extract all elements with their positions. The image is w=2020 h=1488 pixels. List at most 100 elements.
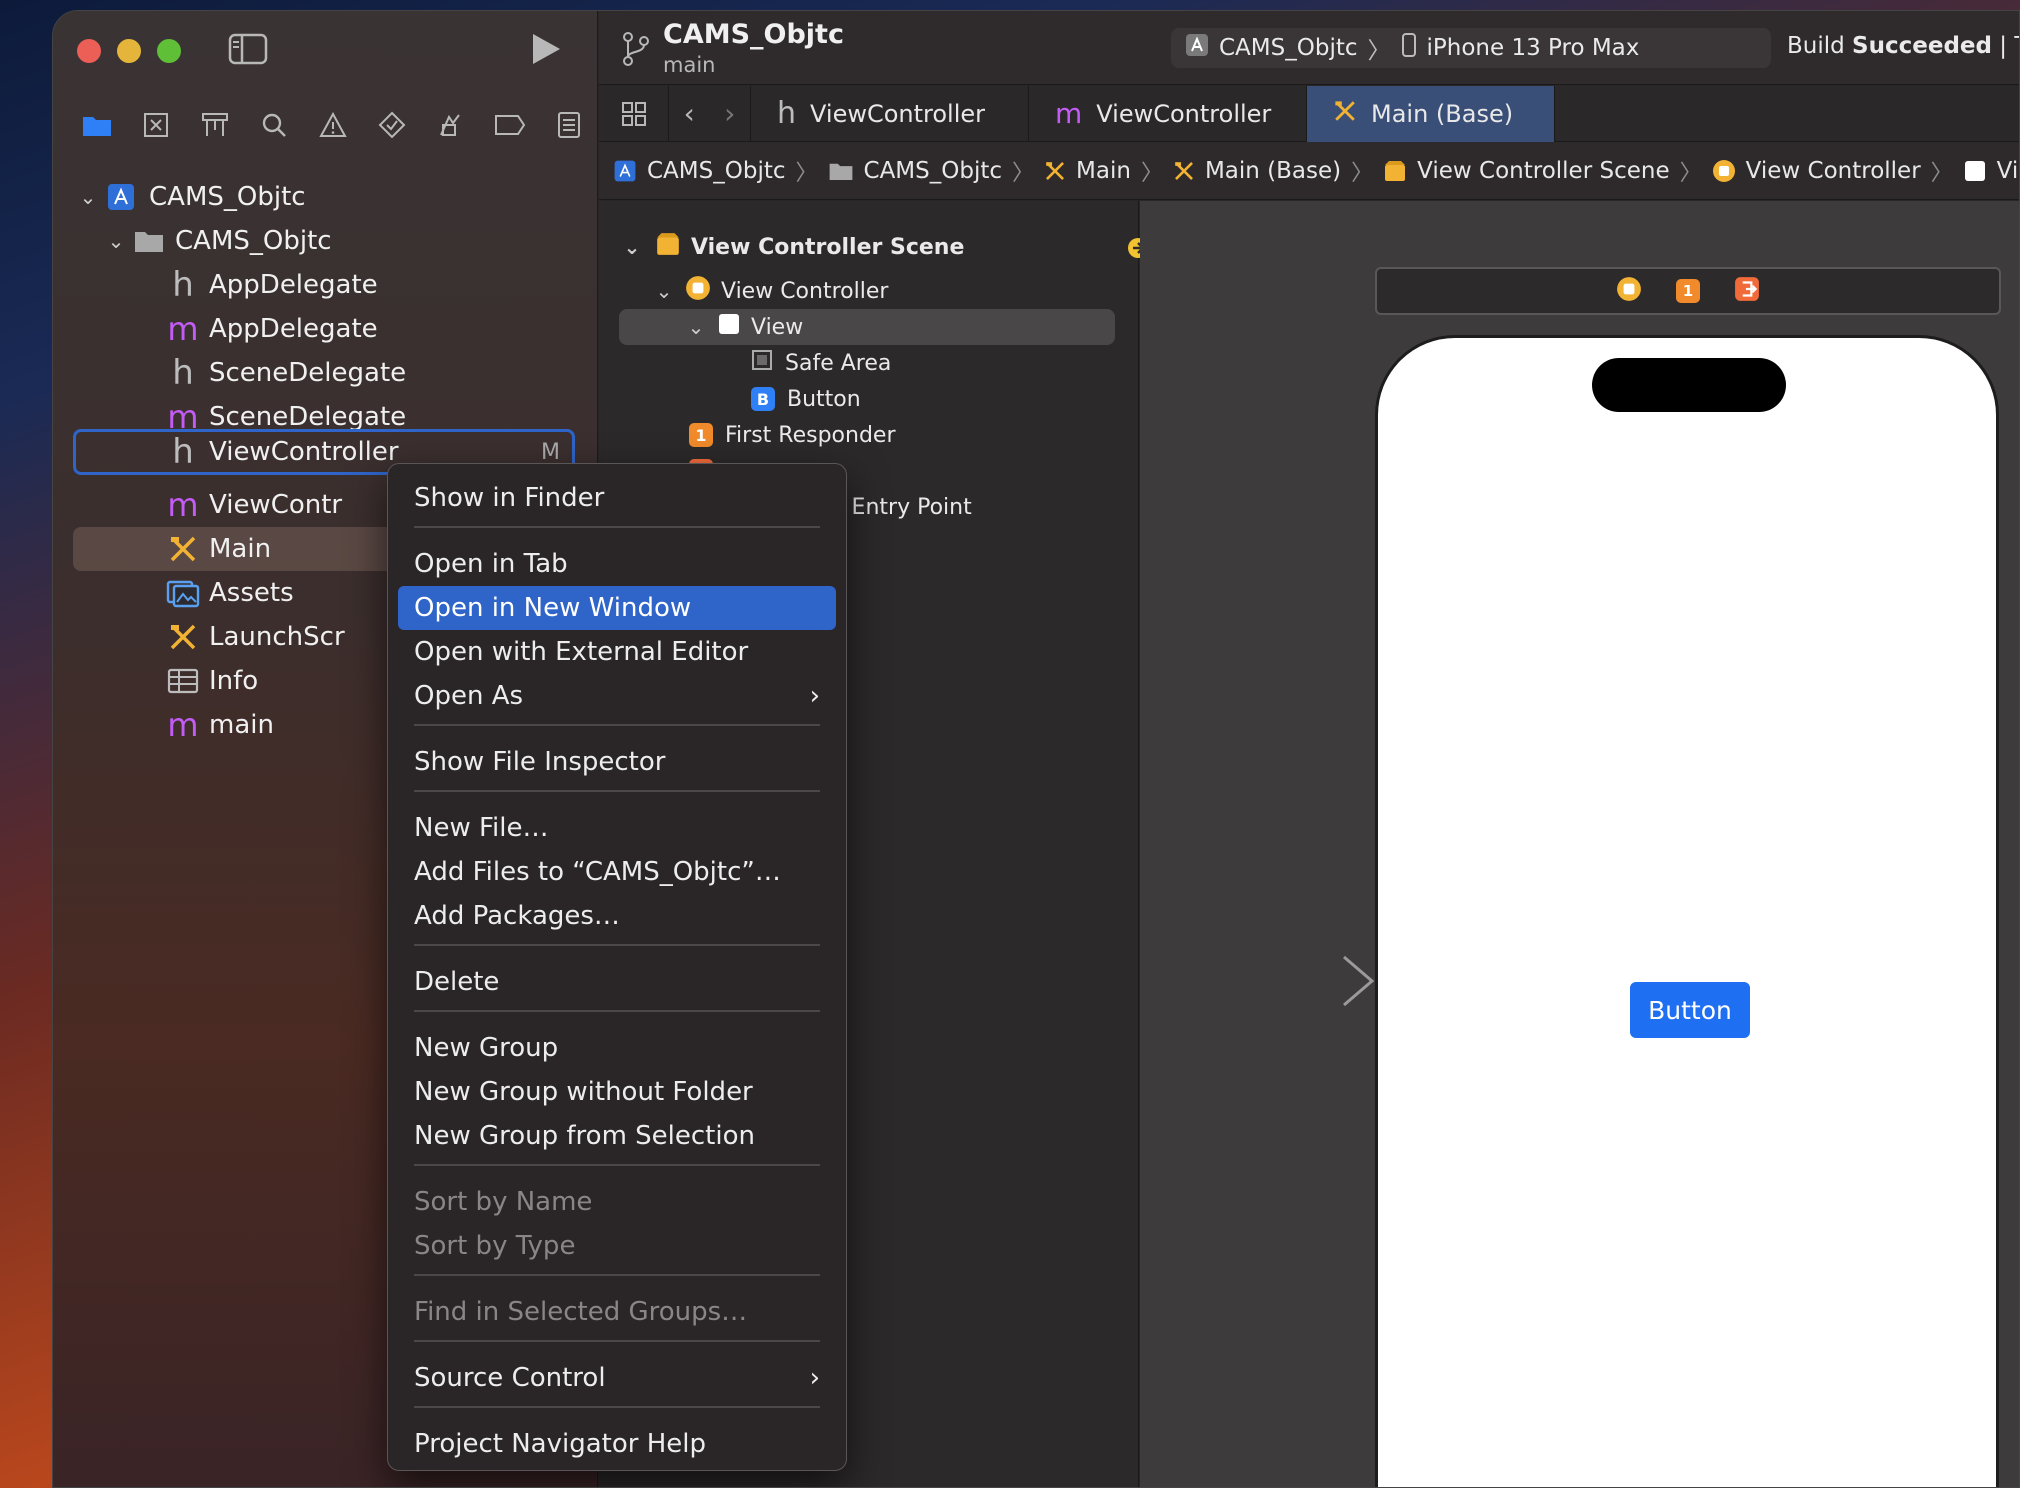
menu-item-new-file[interactable]: New File…	[398, 806, 836, 850]
chevron-down-icon[interactable]: ⌄	[621, 235, 643, 259]
source-control-navigator-icon[interactable]	[126, 105, 185, 145]
tree-row-file[interactable]: m main	[53, 703, 274, 747]
menu-item-open-as[interactable]: Open As ›	[398, 674, 836, 718]
tree-row-group[interactable]: ⌄ CAMS_Objtc	[53, 219, 332, 263]
first-responder-icon[interactable]: 1	[1676, 279, 1700, 303]
zoom-window-button[interactable]	[157, 39, 181, 63]
assets-icon	[161, 578, 205, 608]
tree-row-file[interactable]: Info	[53, 659, 258, 703]
chevron-right-icon: ›	[809, 1363, 820, 1393]
storyboard-canvas[interactable]: 1 Button	[1140, 201, 2019, 1487]
tree-label: Assets	[209, 578, 294, 608]
menu-separator	[414, 1164, 820, 1166]
storyboard-icon	[1333, 99, 1357, 129]
menu-item-project-navigator-help[interactable]: Project Navigator Help	[398, 1422, 836, 1466]
chevron-down-icon[interactable]: ⌄	[685, 315, 707, 339]
tree-label: SceneDelegate	[209, 402, 407, 432]
outline-first-responder-row[interactable]: 1 First Responder	[599, 417, 896, 453]
crumb-view[interactable]: View	[1963, 158, 2019, 184]
crumb-main-base[interactable]: Main (Base)	[1173, 158, 1341, 184]
menu-item-open-with-external-editor[interactable]: Open with External Editor	[398, 630, 836, 674]
crumb-group[interactable]: CAMS_Objtc	[828, 158, 1002, 184]
grid-icon[interactable]	[599, 85, 669, 142]
project-title: CAMS_Objtc	[663, 19, 844, 50]
crumb-project[interactable]: CAMS_Objtc	[613, 158, 786, 184]
outline-view-row-selected[interactable]: ⌄ View	[619, 309, 1115, 345]
debug-navigator-icon[interactable]	[421, 105, 480, 145]
outline-button-row[interactable]: B Button	[599, 381, 861, 417]
tree-label: Main	[209, 534, 272, 564]
menu-item-label: Source Control	[414, 1363, 606, 1393]
tree-row-file[interactable]: Assets	[53, 571, 294, 615]
menu-item-show-file-inspector[interactable]: Show File Inspector	[398, 740, 836, 784]
test-navigator-icon[interactable]	[362, 105, 421, 145]
menu-item-new-group-from-selection[interactable]: New Group from Selection	[398, 1114, 836, 1158]
tab-main-base[interactable]: Main (Base)	[1307, 85, 1555, 142]
exit-icon[interactable]	[1734, 276, 1760, 306]
context-menu: Show in Finder Open in Tab Open in New W…	[387, 463, 847, 1471]
menu-item-open-in-tab[interactable]: Open in Tab	[398, 542, 836, 586]
menu-item-new-group[interactable]: New Group	[398, 1026, 836, 1070]
menu-separator	[414, 724, 820, 726]
forward-icon[interactable]: ›	[724, 97, 735, 130]
chevron-down-icon[interactable]: ⌄	[105, 229, 127, 253]
tree-row-file[interactable]: m AppDelegate	[53, 307, 377, 351]
tree-row-file[interactable]: LaunchScr	[53, 615, 345, 659]
menu-item-open-in-new-window[interactable]: Open in New Window	[398, 586, 836, 630]
tree-row-project[interactable]: ⌄ CAMS_Objtc	[53, 175, 306, 219]
iphone-view-canvas[interactable]: Button	[1375, 335, 1999, 1487]
run-icon[interactable]	[529, 31, 563, 71]
entry-point-arrow[interactable]	[1218, 951, 1378, 1015]
implementation-m-icon: m	[1055, 97, 1083, 130]
canvas-button[interactable]: Button	[1630, 982, 1750, 1038]
tree-row-file[interactable]: h SceneDelegate	[53, 351, 406, 395]
tree-label: SceneDelegate	[209, 358, 407, 388]
menu-item-add-files[interactable]: Add Files to “CAMS_Objtc”…	[398, 850, 836, 894]
view-controller-icon[interactable]	[1616, 276, 1642, 306]
menu-separator	[414, 1010, 820, 1012]
menu-item-new-group-without-folder[interactable]: New Group without Folder	[398, 1070, 836, 1114]
outline-scene-row[interactable]: ⌄ View Controller Scene	[599, 229, 964, 265]
tab-label: ViewController	[810, 99, 986, 128]
symbol-navigator-icon[interactable]	[185, 105, 244, 145]
menu-item-source-control[interactable]: Source Control ›	[398, 1356, 836, 1400]
menu-item-add-packages[interactable]: Add Packages…	[398, 894, 836, 938]
back-icon[interactable]: ‹	[684, 97, 695, 130]
tree-row-file[interactable]: m ViewContr	[53, 483, 342, 527]
chevron-right-icon: 〉	[1679, 160, 1702, 186]
chevron-right-icon: 〉	[1367, 38, 1391, 64]
scheme-selector[interactable]: CAMS_Objtc 〉 iPhone 13 Pro Max	[1171, 28, 1771, 68]
crumb-scene[interactable]: View Controller Scene	[1383, 157, 1670, 184]
menu-separator	[414, 1340, 820, 1342]
tab-viewcontroller-h[interactable]: h ViewController	[751, 85, 1029, 142]
tree-row-file[interactable]: h AppDelegate	[53, 263, 377, 307]
chevron-down-icon[interactable]: ⌄	[653, 279, 675, 303]
chevron-down-icon[interactable]: ⌄	[77, 185, 99, 209]
crumb-label: View Controller Scene	[1417, 157, 1670, 184]
minimize-window-button[interactable]	[117, 39, 141, 63]
report-navigator-icon[interactable]	[539, 105, 598, 145]
device-name: iPhone 13 Pro Max	[1426, 35, 1640, 61]
editor-tab-bar: ‹ › h ViewController m ViewController Mai…	[599, 85, 2019, 142]
project-navigator-icon[interactable]	[67, 105, 126, 145]
crumb-view-controller[interactable]: View Controller	[1712, 158, 1921, 184]
tab-viewcontroller-m[interactable]: m ViewController	[1029, 85, 1307, 142]
sidebar-toggle-icon[interactable]	[228, 33, 268, 69]
menu-item-delete[interactable]: Delete	[398, 960, 836, 1004]
storyboard-icon	[161, 622, 205, 652]
breakpoint-navigator-icon[interactable]	[480, 105, 539, 145]
find-navigator-icon[interactable]	[244, 105, 303, 145]
build-status-result: Succeeded	[1852, 33, 1992, 59]
branch-icon[interactable]	[621, 31, 651, 71]
close-window-button[interactable]	[77, 39, 101, 63]
menu-item-show-in-finder[interactable]: Show in Finder	[398, 476, 836, 520]
crumb-main[interactable]: Main	[1044, 158, 1131, 184]
history-nav: ‹ ›	[669, 85, 751, 142]
outline-safe-area-row[interactable]: Safe Area	[599, 345, 891, 381]
issue-navigator-icon[interactable]	[303, 105, 362, 145]
tree-label: LaunchScr	[209, 622, 345, 652]
crumb-label: View	[1996, 157, 2019, 184]
scene-dock: 1	[1375, 267, 2001, 315]
outline-controller-row[interactable]: ⌄ View Controller	[599, 273, 888, 309]
iphone-icon	[1401, 33, 1417, 63]
